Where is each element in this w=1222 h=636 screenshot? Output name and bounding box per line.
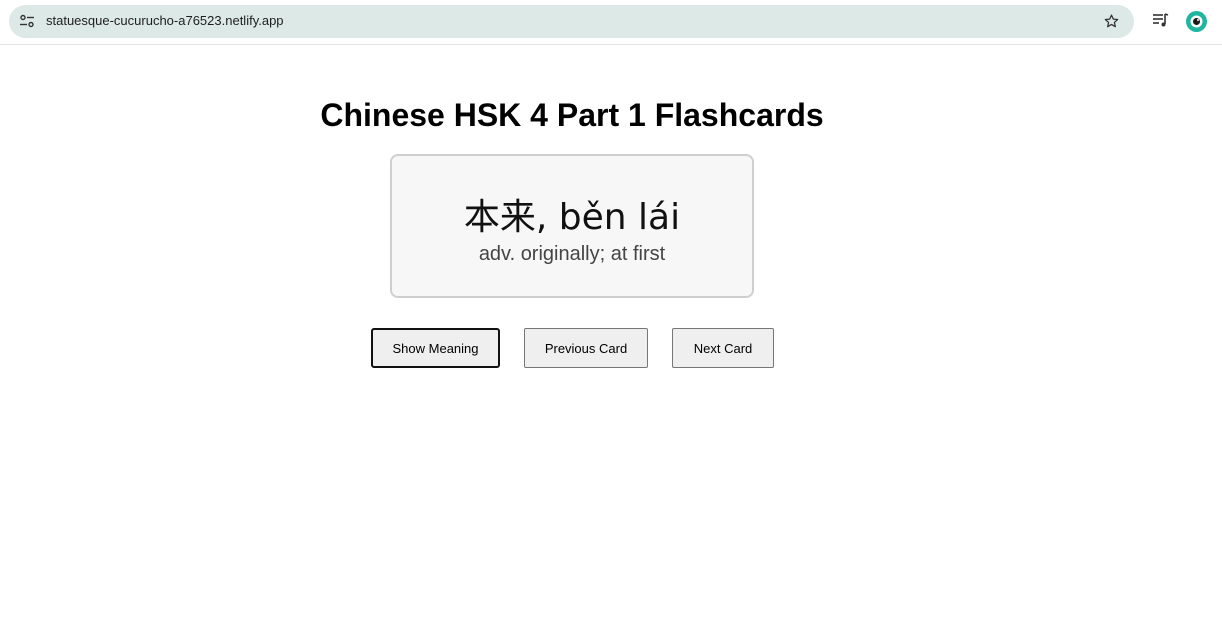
next-card-button[interactable]: Next Card [672, 328, 774, 368]
browser-toolbar: statuesque-cucurucho-a76523.netlify.app [0, 0, 1222, 45]
flashcard: 本来, běn lái adv. originally; at first [390, 154, 754, 298]
star-icon[interactable] [1103, 13, 1120, 30]
url-text[interactable]: statuesque-cucurucho-a76523.netlify.app [46, 13, 284, 28]
show-meaning-button[interactable]: Show Meaning [371, 328, 500, 368]
flashcard-word: 本来, běn lái [463, 197, 681, 238]
previous-card-button[interactable]: Previous Card [524, 328, 648, 368]
flashcard-meaning: adv. originally; at first [478, 243, 666, 265]
address-bar[interactable]: statuesque-cucurucho-a76523.netlify.app [9, 5, 1134, 38]
page-title: Chinese HSK 4 Part 1 Flashcards [320, 97, 824, 133]
page-content: Chinese HSK 4 Part 1 Flashcards 本来, běn … [0, 45, 1222, 636]
site-settings-icon[interactable] [19, 13, 35, 29]
media-controls-icon[interactable] [1152, 12, 1170, 30]
profile-avatar-icon[interactable] [1186, 11, 1207, 32]
